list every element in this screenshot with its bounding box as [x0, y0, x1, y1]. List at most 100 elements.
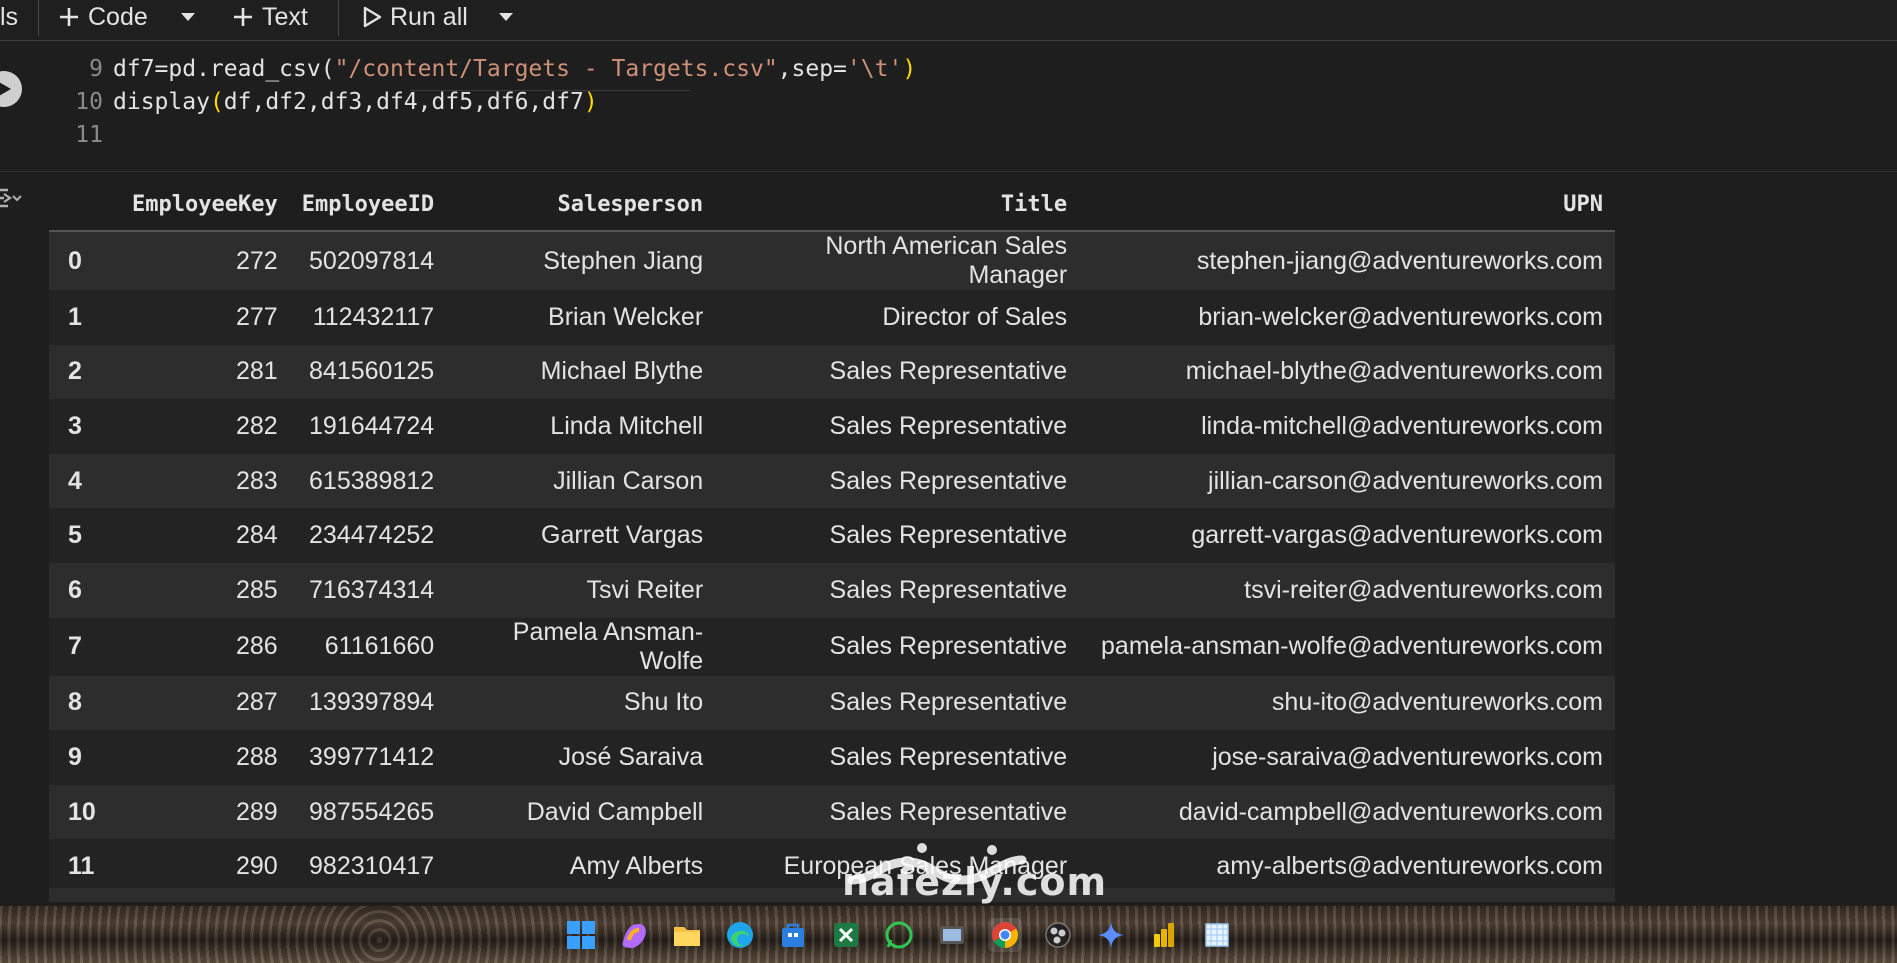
table-cell: michael-blythe@adventureworks.com: [1185, 357, 1603, 386]
table-cell: 282: [235, 411, 278, 440]
table-row: 1 277 112432117 Brian Welcker Director of Sa…: [49, 290, 1615, 345]
whatsapp-icon[interactable]: [882, 918, 916, 952]
power-bi-icon[interactable]: [1147, 918, 1181, 952]
table-cell: tsvi-reiter@adventureworks.com: [1244, 575, 1603, 604]
table-cell: jose-saraiva@adventureworks.com: [1212, 742, 1603, 771]
table-cell: pamela-ansman-wolfe@adventureworks.com: [1101, 632, 1603, 661]
table-cell: 987554265: [309, 797, 435, 826]
windows-start-icon[interactable]: [564, 918, 598, 952]
row-index: 9: [68, 742, 82, 771]
table-cell: 290: [235, 852, 278, 881]
table-cell: Amy Alberts: [569, 852, 704, 881]
table-cell: Sales Representative: [829, 411, 1068, 440]
table-cell: 841560125: [309, 357, 435, 386]
code-string: '\t': [846, 56, 903, 82]
line-number: 11: [75, 122, 103, 148]
code-token: ,sep=: [777, 56, 847, 82]
add-text-button[interactable]: Text: [232, 0, 308, 34]
plus-icon: [60, 8, 78, 26]
column-header: EmployeeKey: [120, 178, 290, 232]
table-cell: Sales Representative: [829, 742, 1068, 771]
code-line: 9 df7=pd.read_csv("/content/Targets - Tar…: [70, 53, 916, 86]
toolbar-separator: [338, 0, 339, 36]
table-cell: 112432117: [312, 302, 435, 331]
table-row: 7 286 61161660 Pamela Ansman-Wolfe Sales Rep…: [49, 617, 1615, 676]
row-index: 11: [68, 852, 95, 881]
excel-icon[interactable]: [829, 918, 863, 952]
table-cell: 139397894: [309, 688, 435, 717]
file-explorer-icon[interactable]: [670, 918, 704, 952]
column-header: UPN: [1079, 178, 1615, 232]
play-icon: [0, 82, 11, 96]
table-cell: Jillian Carson: [553, 466, 704, 495]
play-icon: [363, 6, 382, 28]
table-cell: Brian Welcker: [548, 302, 704, 331]
table-cell: stephen-jiang@adventureworks.com: [1196, 246, 1603, 275]
code-cell[interactable]: 9 df7=pd.read_csv("/content/Targets - Tar…: [0, 41, 1897, 172]
table-cell: Sales Representative: [829, 797, 1068, 826]
table-cell: Garrett Vargas: [541, 521, 704, 550]
table-cell: 61161660: [324, 632, 435, 661]
dataframe-table: EmployeeKey EmployeeID Salesperson Title…: [49, 178, 1615, 894]
row-index: 8: [68, 688, 82, 717]
code-editor[interactable]: 9 df7=pd.read_csv("/content/Targets - Tar…: [70, 53, 916, 152]
table-cell: David Campbell: [526, 797, 704, 826]
code-paren: ): [902, 56, 917, 82]
chrome-icon[interactable]: [988, 918, 1022, 952]
column-header: [49, 178, 120, 232]
output-toggle-icon[interactable]: [0, 186, 22, 212]
table-cell: linda-mitchell@adventureworks.com: [1201, 411, 1603, 440]
table-cell: Director of Sales: [882, 302, 1068, 331]
table-row: 6 285 716374314 Tsvi Reiter Sales Representa…: [49, 562, 1615, 618]
table-cell: brian-welcker@adventureworks.com: [1198, 302, 1603, 331]
store-icon[interactable]: [776, 918, 810, 952]
table-cell: Sales Representative: [829, 575, 1068, 604]
obs-icon[interactable]: [1041, 918, 1075, 952]
plus-icon: [234, 8, 252, 26]
table-cell: Pamela Ansman-Wolfe: [512, 617, 704, 675]
table-cell: Sales Representative: [829, 466, 1068, 495]
snipping-icon[interactable]: [1200, 918, 1234, 952]
copilot-icon[interactable]: [617, 918, 651, 952]
table-row: 0 272 502097814 Stephen Jiang North American…: [49, 231, 1615, 290]
code-token: df7=pd.read_csv(: [113, 56, 335, 82]
row-index: 4: [68, 466, 82, 495]
table-cell: 982310417: [309, 852, 435, 881]
gemini-icon[interactable]: [1094, 918, 1128, 952]
run-all-dropdown-button[interactable]: [498, 0, 514, 34]
table-row: 2 281 841560125 Michael Blythe Sales Represe…: [49, 344, 1615, 400]
notebook-toolbar: ls Code Text Run all: [0, 0, 1897, 41]
table-row: 10 289 987554265 David Campbell Sales Repres…: [49, 784, 1615, 840]
table-cell: Stephen Jiang: [543, 246, 704, 275]
code-paren: (: [209, 89, 224, 115]
row-index: 2: [68, 357, 82, 386]
media-icon[interactable]: [935, 918, 969, 952]
column-header: EmployeeID: [289, 178, 447, 232]
code-token: df,df2,df3,df4,df5,df6,df7: [223, 89, 584, 115]
run-cell-button[interactable]: [0, 71, 22, 107]
run-all-label: Run all: [390, 2, 468, 31]
row-index: 10: [68, 797, 96, 826]
line-number: 10: [75, 89, 103, 115]
column-header: Title: [715, 178, 1080, 232]
table-cell: Shu Ito: [623, 688, 704, 717]
table-cell: 234474252: [309, 521, 435, 550]
dataframe-output: EmployeeKey EmployeeID Salesperson Title…: [49, 178, 1615, 894]
table-cell: 284: [235, 521, 278, 550]
table-cell: Tsvi Reiter: [586, 575, 704, 604]
table-cell: 191644724: [309, 411, 435, 440]
column-header: Salesperson: [446, 178, 716, 232]
edge-icon[interactable]: [723, 918, 757, 952]
table-cell: 286: [235, 632, 278, 661]
table-cell: garrett-vargas@adventureworks.com: [1191, 521, 1603, 550]
table-cell: jillian-carson@adventureworks.com: [1208, 466, 1603, 495]
code-dropdown-button[interactable]: [180, 0, 196, 34]
row-index: 1: [68, 302, 82, 331]
run-all-button[interactable]: Run all: [362, 0, 468, 34]
toolbar-separator: [38, 0, 39, 36]
add-code-button[interactable]: Code: [58, 0, 148, 34]
table-cell: 281: [235, 357, 278, 386]
code-line: 11: [70, 119, 916, 152]
table-cell: Sales Representative: [829, 632, 1068, 661]
add-text-label: Text: [262, 2, 308, 31]
